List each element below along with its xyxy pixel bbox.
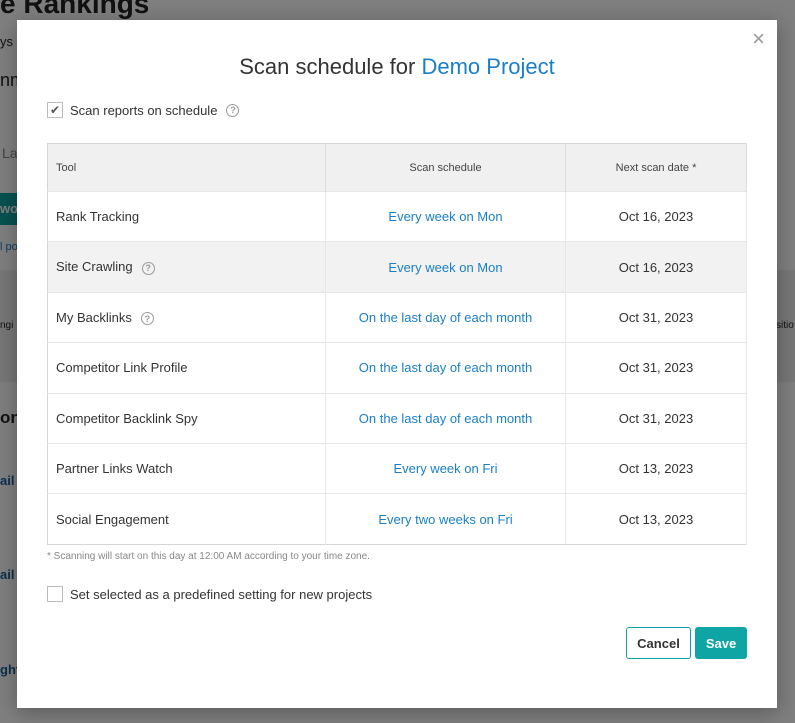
column-header: Tool [47,143,326,192]
next-scan-date: Oct 13, 2023 [565,442,747,494]
check-icon: ✔ [49,103,61,117]
schedule-link[interactable]: Every week on Fri [393,461,497,476]
cancel-button[interactable]: Cancel [626,627,691,659]
help-icon[interactable]: ? [141,261,155,275]
column-header: Next scan date * [565,143,747,192]
table-row: Site Crawling? Every week on Mon Oct 16,… [47,241,747,293]
tool-name: My Backlinks [56,309,132,325]
table-row: Rank Tracking Every week on Mon Oct 16, … [47,190,747,242]
schedule-link[interactable]: On the last day of each month [359,310,532,325]
tool-cell: Site Crawling? [47,241,326,293]
predefined-setting-label: Set selected as a predefined setting for… [70,586,373,602]
predefined-setting-checkbox[interactable] [47,586,63,602]
scan-note: * Scanning will start on this day at 12:… [47,551,370,562]
schedule-cell: On the last day of each month [325,392,566,444]
table-row: Competitor Link Profile On the last day … [47,342,747,394]
column-header: Scan schedule [325,143,566,192]
tool-cell: Competitor Link Profile [47,342,326,394]
tool-name: Rank Tracking [56,209,140,225]
tool-name: Social Engagement [56,511,169,527]
next-scan-date: Oct 16, 2023 [565,190,747,242]
help-icon[interactable]: ? [140,312,154,326]
tool-cell: Partner Links Watch [47,442,326,494]
scan-schedule-dialog: × Scan schedule for Demo Project ✔ Scan … [17,20,777,708]
table-row: Competitor Backlink Spy On the last day … [47,392,747,444]
schedule-cell: On the last day of each month [325,342,566,394]
table-row: Social Engagement Every two weeks on Fri… [47,493,747,545]
schedule-cell: Every week on Mon [325,190,566,242]
tool-cell: My Backlinks? [47,291,326,343]
schedule-link[interactable]: Every week on Mon [388,209,502,224]
tool-name: Site Crawling [56,259,133,275]
tool-name: Competitor Link Profile [56,360,188,376]
project-name: Demo Project [421,54,555,79]
schedule-cell: Every two weeks on Fri [325,493,566,545]
close-icon[interactable]: × [752,26,765,52]
schedule-link[interactable]: On the last day of each month [359,360,532,375]
next-scan-date: Oct 31, 2023 [565,291,747,343]
next-scan-date: Oct 31, 2023 [565,342,747,394]
schedule-link[interactable]: On the last day of each month [359,411,532,426]
next-scan-date: Oct 16, 2023 [565,241,747,293]
schedule-link[interactable]: Every two weeks on Fri [378,512,512,527]
schedule-link[interactable]: Every week on Mon [388,260,502,275]
dialog-title: Scan schedule for Demo Project [239,54,555,79]
schedule-cell: On the last day of each month [325,291,566,343]
help-icon[interactable]: ? [226,103,240,117]
tool-name: Competitor Backlink Spy [56,410,198,426]
tool-cell: Competitor Backlink Spy [47,392,326,444]
next-scan-date: Oct 31, 2023 [565,392,747,444]
scan-on-schedule-checkbox[interactable]: ✔ [47,102,63,118]
tool-cell: Social Engagement [47,493,326,545]
table-row: My Backlinks? On the last day of each mo… [47,291,747,343]
table-row: Partner Links Watch Every week on Fri Oc… [47,442,747,494]
tool-name: Partner Links Watch [56,461,173,477]
schedule-cell: Every week on Mon [325,241,566,293]
schedule-cell: Every week on Fri [325,442,566,494]
tool-cell: Rank Tracking [47,190,326,242]
scan-on-schedule-label: Scan reports on schedule [70,102,218,118]
next-scan-date: Oct 13, 2023 [565,493,747,545]
schedule-table: Tool Scan schedule Next scan date * Rank… [47,143,747,545]
save-button[interactable]: Save [695,627,747,659]
